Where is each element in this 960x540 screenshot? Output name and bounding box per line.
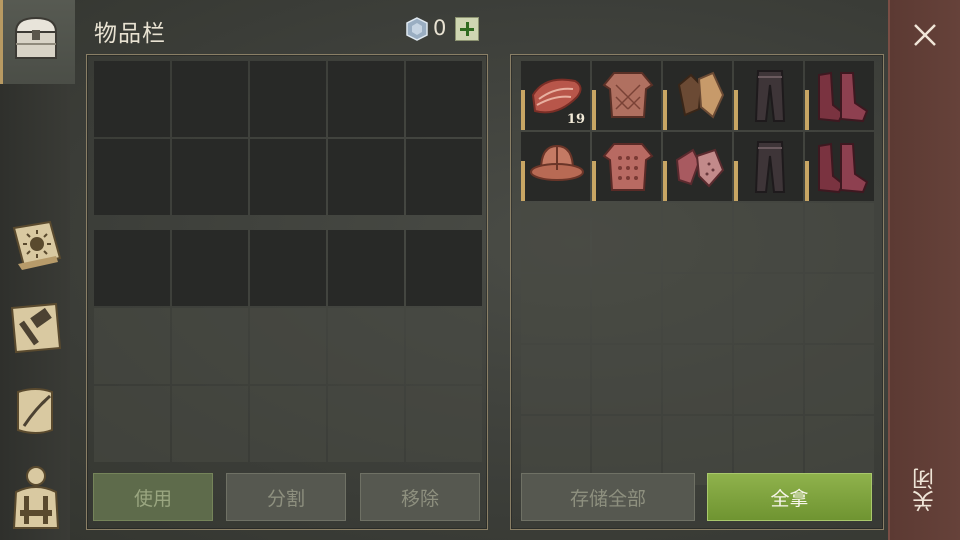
inventory-slot[interactable] <box>94 139 170 215</box>
inventory-slot[interactable] <box>406 139 482 215</box>
inventory-slot[interactable] <box>94 230 170 306</box>
crafting-hammer-icon[interactable] <box>6 298 66 358</box>
loot-slot-quilted-armor[interactable] <box>592 61 661 130</box>
sun-book-icon[interactable] <box>6 214 66 274</box>
inventory-slot[interactable] <box>328 61 404 137</box>
inventory-slot[interactable] <box>250 308 326 384</box>
inventory-grid-top <box>94 61 482 215</box>
inventory-slot[interactable] <box>250 61 326 137</box>
leather-pants-icon <box>754 141 786 193</box>
loot-slot[interactable] <box>521 345 590 414</box>
durability-bar <box>663 90 667 130</box>
loot-slot[interactable] <box>663 203 732 272</box>
loot-slot[interactable] <box>663 345 732 414</box>
add-currency-button[interactable] <box>455 17 479 41</box>
inventory-slot[interactable] <box>250 386 326 462</box>
close-icon[interactable] <box>912 22 938 48</box>
inventory-slot[interactable] <box>328 386 404 462</box>
character-equipment-icon[interactable] <box>6 462 66 532</box>
scroll-quill-icon[interactable] <box>6 382 66 442</box>
leather-gloves-icon <box>677 71 725 119</box>
chainmail-gloves-icon <box>675 148 725 188</box>
inventory-slot[interactable] <box>328 308 404 384</box>
durability-bar <box>805 90 809 130</box>
take-all-button[interactable]: 全拿 <box>707 473 872 521</box>
inventory-slot[interactable] <box>328 230 404 306</box>
inventory-slot[interactable] <box>172 230 248 306</box>
inventory-slot[interactable] <box>172 139 248 215</box>
kettle-helmet-icon <box>530 144 584 181</box>
remove-button[interactable]: 移除 <box>360 473 480 521</box>
loot-slot[interactable] <box>805 345 874 414</box>
loot-slot[interactable] <box>805 274 874 343</box>
leather-boots-icon <box>818 142 869 194</box>
split-button[interactable]: 分割 <box>226 473 346 521</box>
loot-slot-raw-meat[interactable]: 19 <box>521 61 590 130</box>
loot-slot-leather-pants[interactable] <box>734 61 803 130</box>
loot-slot-chainmail-armor[interactable] <box>592 132 661 201</box>
inventory-slot[interactable] <box>94 308 170 384</box>
inventory-slot[interactable] <box>406 308 482 384</box>
inventory-slot[interactable] <box>406 230 482 306</box>
inventory-slot[interactable] <box>250 139 326 215</box>
leather-pants-icon <box>754 70 786 122</box>
loot-slot-leather-boots[interactable] <box>805 61 874 130</box>
chest-icon[interactable] <box>6 8 66 68</box>
inventory-slot[interactable] <box>172 386 248 462</box>
inventory-slot[interactable] <box>94 386 170 462</box>
page-title: 物品栏 <box>94 21 166 47</box>
durability-bar <box>663 161 667 201</box>
loot-slot-kettle-helmet[interactable] <box>521 132 590 201</box>
loot-slot-leather-gloves[interactable] <box>663 61 732 130</box>
inventory-slot[interactable] <box>406 61 482 137</box>
durability-bar <box>734 90 738 130</box>
loot-slot[interactable] <box>805 203 874 272</box>
durability-bar <box>734 161 738 201</box>
loot-slot[interactable] <box>592 203 661 272</box>
inventory-grid-bottom <box>94 230 482 462</box>
inventory-slot[interactable] <box>172 61 248 137</box>
inventory-slot[interactable] <box>94 61 170 137</box>
loot-slot[interactable] <box>734 345 803 414</box>
gem-count: 0 <box>433 16 447 40</box>
loot-slot[interactable] <box>663 274 732 343</box>
loot-slot[interactable] <box>521 274 590 343</box>
loot-grid: 19 <box>521 61 874 485</box>
inventory-slot[interactable] <box>406 386 482 462</box>
loot-slot[interactable] <box>734 274 803 343</box>
quilted-armor-icon <box>602 72 654 118</box>
leather-boots-icon <box>818 71 869 123</box>
use-button[interactable]: 使用 <box>93 473 213 521</box>
item-count: 19 <box>566 112 585 127</box>
chainmail-armor-icon <box>602 143 654 191</box>
durability-bar <box>592 161 596 201</box>
gem-currency-icon <box>406 17 428 41</box>
inventory-slot[interactable] <box>328 139 404 215</box>
loot-slot-chainmail-gloves[interactable] <box>663 132 732 201</box>
durability-bar <box>521 161 525 201</box>
durability-bar <box>592 90 596 130</box>
loot-slot[interactable] <box>734 203 803 272</box>
durability-bar <box>521 90 525 130</box>
loot-slot-leather-pants[interactable] <box>734 132 803 201</box>
close-label[interactable]: 关闭 <box>906 458 946 522</box>
loot-slot[interactable] <box>592 345 661 414</box>
loot-slot[interactable] <box>521 203 590 272</box>
loot-slot-leather-boots[interactable] <box>805 132 874 201</box>
loot-slot[interactable] <box>592 274 661 343</box>
durability-bar <box>805 161 809 201</box>
inventory-slot[interactable] <box>250 230 326 306</box>
store-all-button[interactable]: 存储全部 <box>521 473 695 521</box>
inventory-slot[interactable] <box>172 308 248 384</box>
